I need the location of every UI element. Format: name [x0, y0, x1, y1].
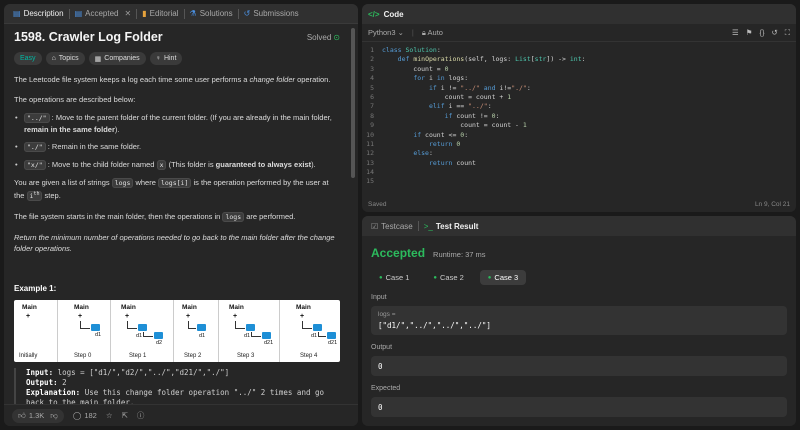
accepted-icon: ▤ [74, 9, 83, 18]
dislike-button[interactable]: 👎︎ [50, 411, 58, 421]
list-item: "x/" : Move to the child folder named x … [14, 159, 340, 171]
comments-button[interactable]: ◯ 182 [73, 411, 97, 420]
building-icon: ▦ [94, 55, 102, 63]
tab-submissions[interactable]: ↺ Submissions [239, 4, 304, 24]
dot-icon: ● [433, 274, 438, 281]
code-status-bar: Saved Ln 9, Col 21 [362, 196, 796, 212]
tab-solutions[interactable]: ⚗ Solutions [185, 4, 238, 24]
close-icon[interactable]: ✕ [125, 9, 132, 18]
thumbs-down-icon: 👎︎ [50, 410, 58, 420]
example-diagram: Main + Initially Main + d1 Step 0 Main + [14, 300, 340, 363]
input-box: logs = ["d1/","../","../","../"] [371, 306, 787, 335]
language-select[interactable]: Python3 ⌄ [368, 28, 404, 37]
checkbox-icon: ☑ [371, 221, 379, 231]
result-panel: ☑ Testcase >_ Test Result Accepted Runti… [362, 216, 796, 426]
solved-badge: Solved ⊙ [306, 32, 340, 42]
runtime-text: Runtime: 37 ms [433, 250, 486, 259]
result-status: Accepted [371, 246, 426, 260]
case-tab-3[interactable]: ● Case 3 [479, 270, 527, 285]
example-explanation: Explanation: Use this change folder oper… [26, 388, 325, 404]
left-tab-bar: ▤ Description ▤ Accepted ✕ ▮ Editorial ⚗… [4, 4, 358, 24]
lightbulb-icon: ♀ [155, 55, 161, 62]
flask-icon: ⚗ [189, 9, 197, 18]
difficulty-chip: Easy [14, 52, 42, 65]
example-io: Input: logs = ["d1/","d2/","../","d21/",… [14, 368, 340, 404]
scrollbar[interactable] [351, 28, 355, 178]
expand-icon[interactable]: ⛶ [785, 28, 790, 38]
input-label: Input [371, 294, 387, 301]
diagram-step: Main + d1 d21 Step 3 [219, 300, 280, 363]
vote-group: 👍︎ 1.3K 👎︎ [12, 408, 64, 423]
chevron-down-icon: ⌄ [397, 28, 404, 37]
case-tabs: ● Case 1 ● Case 2 ● Case 3 [371, 270, 787, 285]
dot-icon: ● [379, 274, 383, 281]
dot-icon: ● [487, 274, 492, 281]
code-panel: </> Code Python3 ⌄ | 🔒︎ Auto ☰ ⚑ {} ↺ ⛶ … [362, 4, 796, 212]
operations-list: "../" : Move to the parent folder of the… [14, 112, 340, 171]
diagram-step: Main + d1 Step 2 [174, 300, 219, 363]
favorite-button[interactable]: ☆ [106, 411, 113, 420]
topics-chip[interactable]: ⌂ Topics [45, 52, 85, 65]
result-tab-bar: ☑ Testcase >_ Test Result [362, 216, 796, 236]
tab-accepted[interactable]: ▤ Accepted ✕ [70, 4, 137, 24]
list-item: "./" : Remain in the same folder. [14, 141, 340, 153]
comment-icon: ◯ [72, 411, 82, 420]
terminal-icon: >_ [423, 221, 433, 231]
expected-box: 0 [371, 397, 787, 417]
share-icon: ⇱ [121, 411, 128, 420]
reset-icon[interactable]: ↺ [771, 28, 777, 38]
tab-test-result[interactable]: >_ Test Result [419, 216, 484, 236]
description-footer: 👍︎ 1.3K 👎︎ ◯ 182 ☆ ⇱ ⓘ [4, 404, 358, 426]
format-icon[interactable]: ☰ [732, 28, 739, 38]
case-tab-2[interactable]: ● Case 2 [425, 270, 471, 285]
thumbs-up-icon: 👍︎ [18, 410, 26, 420]
ops-intro: The operations are described below: [14, 95, 136, 104]
braces-icon[interactable]: {} [759, 28, 764, 38]
example-output: Output: 2 [26, 378, 67, 388]
like-button[interactable]: 👍︎ 1.3K [18, 411, 44, 421]
share-button[interactable]: ⇱ [122, 411, 128, 420]
tag-icon: ⌂ [51, 55, 56, 62]
lock-icon: 🔒︎ [421, 27, 426, 37]
bookmark-icon[interactable]: ⚑ [746, 28, 753, 38]
check-circle-icon: ⊙ [333, 32, 340, 42]
intro-paragraph: The Leetcode file system keeps a log eac… [14, 75, 331, 84]
description-content: 1598. Crawler Log Folder Solved ⊙ Easy ⌂… [4, 24, 350, 404]
example-title: Example 1: [14, 284, 57, 294]
book-icon: ▮ [142, 9, 147, 18]
case-tab-1[interactable]: ● Case 1 [371, 270, 417, 285]
problem-title[interactable]: 1598. Crawler Log Folder [14, 30, 163, 44]
cursor-position: Ln 9, Col 21 [754, 200, 790, 208]
output-label: Output [371, 344, 393, 351]
help-icon: ⓘ [136, 411, 145, 420]
return-paragraph: Return the minimum number of operations … [14, 233, 335, 254]
tab-description[interactable]: ▤ Description [8, 4, 69, 24]
diagram-step: Main + Initially [14, 300, 58, 363]
tag-chips: Easy ⌂ Topics ▦ Companies ♀ Hint [14, 52, 340, 65]
code-header: </> Code [362, 4, 796, 24]
given-paragraph: You are given a list of strings logs whe… [14, 178, 329, 202]
hint-chip[interactable]: ♀ Hint [149, 52, 183, 65]
start-paragraph: The file system starts in the main folde… [14, 212, 296, 223]
code-toolbar: Python3 ⌄ | 🔒︎ Auto ☰ ⚑ {} ↺ ⛶ [362, 24, 796, 42]
diagram-step: Main + d1 d2 Step 1 [111, 300, 174, 363]
history-icon: ↺ [243, 9, 251, 18]
expected-label: Expected [371, 385, 401, 392]
star-icon: ☆ [105, 411, 113, 420]
code-icon: </> [368, 9, 380, 19]
tab-editorial[interactable]: ▮ Editorial [137, 4, 183, 24]
list-item: "../" : Move to the parent folder of the… [14, 112, 340, 135]
tab-testcase[interactable]: ☑ Testcase [366, 216, 418, 236]
diagram-step: Main + d1 Step 0 [58, 300, 111, 363]
code-editor[interactable]: 1 class Solution: 2 def minOperations(sel… [362, 46, 796, 196]
companies-chip[interactable]: ▦ Companies [88, 52, 146, 65]
output-box: 0 [371, 356, 787, 376]
help-button[interactable]: ⓘ [137, 410, 145, 421]
diagram-step: Main + d1 d21 Step 4 [296, 304, 338, 360]
auto-toggle[interactable]: 🔒︎ Auto [422, 28, 443, 38]
description-icon: ▤ [13, 9, 21, 18]
saved-status: Saved [368, 200, 387, 208]
description-panel: ▤ Description ▤ Accepted ✕ ▮ Editorial ⚗… [4, 4, 358, 426]
example-input: Input: logs = ["d1/","d2/","../","d21/",… [26, 368, 230, 378]
